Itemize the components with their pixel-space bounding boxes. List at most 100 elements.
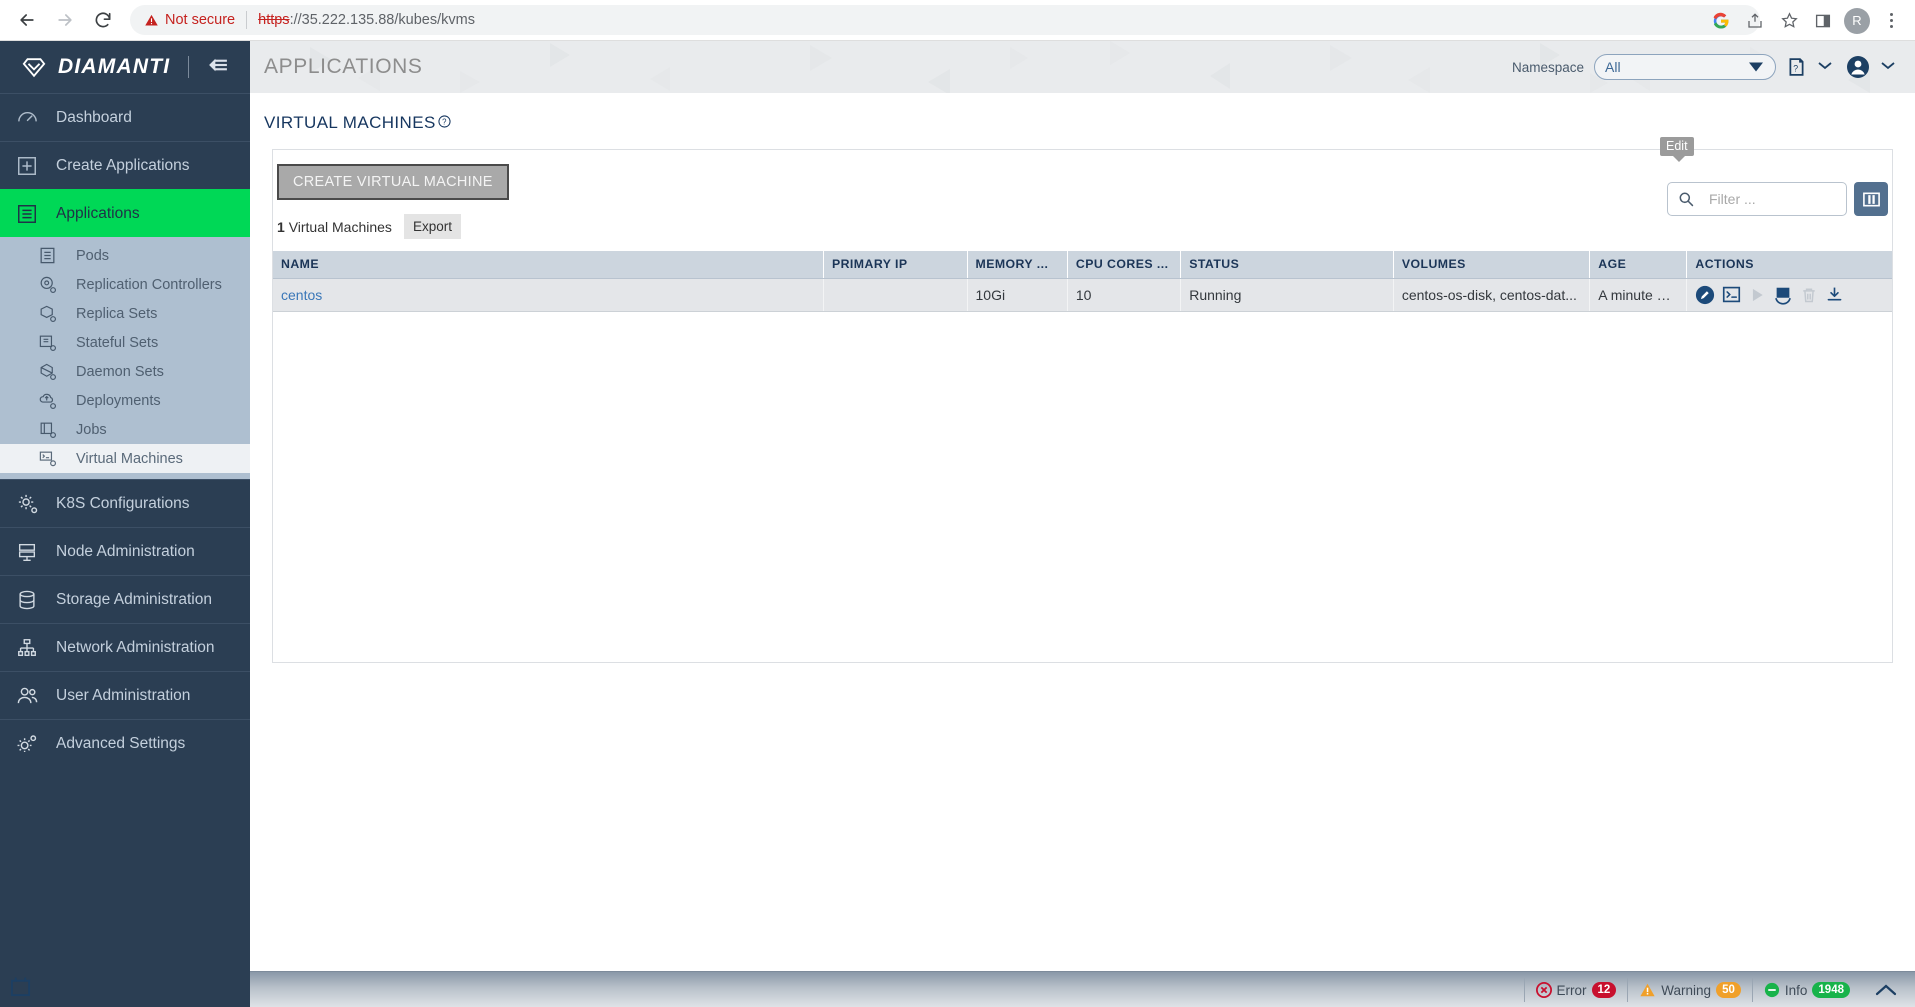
column-header-status[interactable]: STATUS: [1180, 251, 1394, 279]
reload-icon[interactable]: [86, 3, 120, 37]
sidebar-subitem-replication-controllers[interactable]: Replication Controllers: [0, 270, 250, 299]
sidebar-subitem-pods[interactable]: Pods: [0, 241, 250, 270]
table-row[interactable]: centos 10Gi 10 Running centos-os-disk, c…: [273, 278, 1892, 312]
vm-count-label: Virtual Machines: [288, 218, 392, 235]
search-icon: [1678, 191, 1695, 208]
content-area: VIRTUAL MACHINES ? CREATE VIRTUAL MACHIN…: [250, 93, 1915, 971]
bookmark-star-icon[interactable]: [1773, 5, 1805, 37]
server-node-icon: [14, 541, 40, 563]
vm-table-wrap: NAME PRIMARY IP MEMORY ... CPU CORES ...…: [273, 251, 1892, 312]
section-title: VIRTUAL MACHINES: [264, 113, 436, 132]
pods-icon: [38, 246, 62, 265]
status-chip-error[interactable]: Error 12: [1523, 978, 1628, 1002]
database-stack-icon: [14, 589, 40, 611]
table-body: centos 10Gi 10 Running centos-os-disk, c…: [273, 278, 1892, 312]
sidebar-item-create-applications[interactable]: Create Applications: [0, 141, 250, 189]
url-scheme: https: [258, 12, 290, 28]
status-chip-label: Error: [1556, 982, 1587, 998]
column-header-volumes[interactable]: VOLUMES: [1393, 251, 1591, 279]
profile-avatar[interactable]: R: [1841, 5, 1873, 37]
filter-input[interactable]: [1707, 190, 1827, 208]
export-button[interactable]: Export: [403, 214, 461, 239]
address-bar[interactable]: Not secure https://35.222.135.88/kubes/k…: [130, 5, 1760, 35]
column-header-primary-ip[interactable]: PRIMARY IP: [823, 251, 968, 279]
column-header-actions[interactable]: ACTIONS: [1686, 251, 1892, 279]
console-action-icon[interactable]: [1722, 285, 1741, 304]
sidebar-item-label: Storage Administration: [56, 590, 212, 608]
chrome-menu-icon[interactable]: [1875, 5, 1907, 37]
namespace-label: Namespace: [1511, 59, 1584, 75]
calendar-icon[interactable]: [10, 976, 31, 1002]
cell-actions: [1686, 278, 1892, 312]
sidebar-subitem-label: Virtual Machines: [76, 450, 183, 467]
namespace-select[interactable]: All: [1594, 54, 1776, 80]
status-chip-count: 1948: [1812, 982, 1850, 998]
chevron-up-icon[interactable]: [1861, 983, 1905, 997]
gear-cog-icon: [14, 492, 40, 515]
sidebar-item-advanced-settings[interactable]: Advanced Settings: [0, 719, 250, 767]
help-chevron-down-icon[interactable]: [1818, 58, 1832, 76]
back-arrow-icon[interactable]: [10, 3, 44, 37]
status-chip-label: Info: [1784, 982, 1808, 998]
page-title: APPLICATIONS: [264, 55, 423, 78]
section-help-icon[interactable]: ?: [438, 115, 451, 133]
sidebar-item-storage-administration[interactable]: Storage Administration: [0, 575, 250, 623]
main-area: APPLICATIONS Namespace All ? VIRTUAL MAC…: [250, 41, 1915, 1007]
sidebar-item-k8s-configurations[interactable]: K8S Configurations: [0, 479, 250, 527]
share-icon[interactable]: [1739, 5, 1771, 37]
status-chip-warning[interactable]: Warning 50: [1627, 978, 1752, 1002]
security-label: Not secure: [165, 12, 236, 28]
collapse-sidebar-icon[interactable]: [207, 57, 229, 78]
filter-container[interactable]: [1667, 182, 1847, 216]
sidebar-subitem-virtual-machines[interactable]: Virtual Machines: [0, 444, 250, 473]
status-chip-info[interactable]: Info 1948: [1751, 978, 1861, 1002]
brand-logo[interactable]: DIAMANTI: [0, 41, 250, 93]
sidebar-item-user-administration[interactable]: User Administration: [0, 671, 250, 719]
edit-tooltip: Edit: [1660, 137, 1694, 162]
sidebar-subitem-deployments[interactable]: Deployments: [0, 386, 250, 415]
column-header-memory[interactable]: MEMORY ...: [967, 251, 1068, 279]
count-row: 1 Virtual Machines Export: [277, 214, 1892, 239]
user-avatar-icon[interactable]: [1846, 55, 1870, 79]
side-panel-icon[interactable]: [1807, 5, 1839, 37]
cell-memory: 10Gi: [967, 278, 1068, 312]
avatar-initial: R: [1844, 7, 1870, 34]
create-virtual-machine-button[interactable]: CREATE VIRTUAL MACHINE: [277, 164, 509, 200]
sidebar-item-label: Node Administration: [56, 542, 195, 560]
delete-action-icon[interactable]: [1800, 286, 1818, 304]
stop-action-icon[interactable]: [1773, 285, 1793, 305]
forward-arrow-icon[interactable]: [48, 3, 82, 37]
column-header-age[interactable]: AGE: [1589, 251, 1688, 279]
sidebar-subitem-replica-sets[interactable]: Replica Sets: [0, 299, 250, 328]
vm-name-link[interactable]: centos: [281, 287, 322, 303]
sidebar-subitem-label: Daemon Sets: [76, 363, 164, 380]
sidebar-item-dashboard[interactable]: Dashboard: [0, 93, 250, 141]
google-lens-icon[interactable]: [1705, 5, 1737, 37]
app-shell: DIAMANTI Dashboard Create Applications A…: [0, 41, 1915, 1007]
status-bar: Error 12 Warning 50 Info 1948: [250, 971, 1915, 1007]
user-chevron-down-icon[interactable]: [1881, 58, 1895, 76]
security-status[interactable]: Not secure: [144, 12, 235, 28]
browser-toolbar: Not secure https://35.222.135.88/kubes/k…: [0, 0, 1915, 41]
edit-action-icon[interactable]: [1695, 285, 1715, 305]
cell-volumes: centos-os-disk, centos-dat...: [1393, 278, 1591, 312]
start-action-icon[interactable]: [1748, 286, 1766, 304]
columns-chooser-icon[interactable]: [1854, 182, 1888, 216]
sidebar-item-label: Create Applications: [56, 156, 190, 174]
sidebar-item-label: K8S Configurations: [56, 494, 190, 512]
sidebar-subitem-jobs[interactable]: Jobs: [0, 415, 250, 444]
sidebar-item-applications[interactable]: Applications: [0, 189, 250, 237]
column-header-name[interactable]: NAME: [273, 251, 824, 279]
info-icon: [1764, 982, 1780, 998]
sidebar-item-node-administration[interactable]: Node Administration: [0, 527, 250, 575]
download-action-icon[interactable]: [1825, 285, 1844, 304]
cell-primary-ip: [823, 278, 968, 312]
sidebar-subitem-label: Jobs: [76, 421, 107, 438]
warning-triangle-icon: [145, 14, 158, 25]
column-header-cpu-cores[interactable]: CPU CORES ...: [1067, 251, 1182, 279]
sidebar-item-network-administration[interactable]: Network Administration: [0, 623, 250, 671]
sidebar-subitem-daemon-sets[interactable]: Daemon Sets: [0, 357, 250, 386]
cell-cpu-cores: 10: [1067, 278, 1182, 312]
help-book-icon[interactable]: ?: [1786, 56, 1807, 78]
sidebar-subitem-stateful-sets[interactable]: Stateful Sets: [0, 328, 250, 357]
